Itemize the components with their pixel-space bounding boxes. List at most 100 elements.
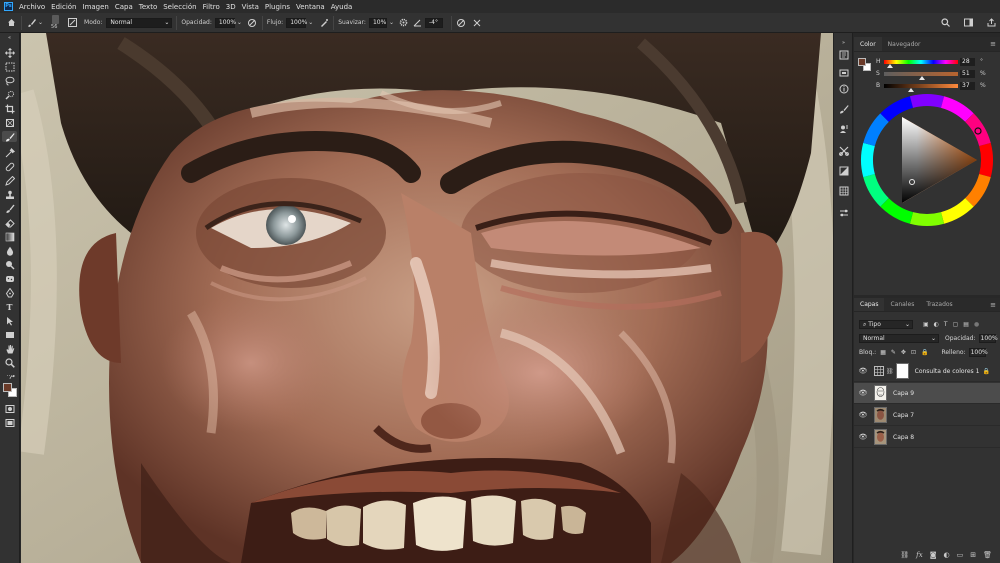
brightness-input[interactable]: 37: [960, 82, 975, 90]
chevron-down-icon[interactable]: ⌄: [308, 19, 313, 26]
tab-trazados[interactable]: Trazados: [920, 298, 958, 311]
menu-texto[interactable]: Texto: [139, 3, 157, 11]
layer-row[interactable]: 👁 Capa 7: [854, 405, 1000, 426]
lock-all-icon[interactable]: 🔒: [921, 349, 928, 356]
home-icon[interactable]: [6, 17, 17, 28]
frame-tool[interactable]: [2, 117, 17, 128]
sponge-tool[interactable]: [2, 273, 17, 284]
shape-tool[interactable]: [2, 329, 17, 340]
photoshop-logo[interactable]: Ps: [4, 2, 13, 11]
history-icon[interactable]: [837, 49, 850, 61]
color-wheel[interactable]: [860, 93, 994, 227]
eye-icon[interactable]: 👁: [857, 433, 869, 441]
panel-menu-icon[interactable]: ≡: [990, 301, 996, 309]
fx-icon[interactable]: fx: [916, 551, 923, 559]
link-icon[interactable]: ⛓: [900, 551, 909, 559]
airbrush-icon[interactable]: [318, 17, 329, 28]
folder-icon[interactable]: ▭: [957, 551, 964, 559]
brush-panel-icon[interactable]: [67, 17, 78, 28]
zoom-tool[interactable]: [2, 357, 17, 368]
share-icon[interactable]: [987, 17, 996, 29]
workspace-icon[interactable]: [964, 18, 973, 29]
layer-row[interactable]: 👁 Capa 9: [854, 383, 1000, 404]
chevron-down-icon[interactable]: ⌄: [389, 19, 394, 26]
menu-ventana[interactable]: Ventana: [296, 3, 325, 11]
angle-icon[interactable]: [412, 17, 423, 28]
flow-input[interactable]: 100%: [286, 17, 307, 28]
panel-menu-icon[interactable]: ≡: [990, 40, 996, 48]
filter-adjustment-icon[interactable]: ◐: [934, 321, 939, 328]
type-tool[interactable]: T: [2, 301, 17, 312]
blur-tool[interactable]: [2, 245, 17, 256]
lock-position-icon[interactable]: ✥: [901, 349, 906, 356]
pen-tool[interactable]: [2, 287, 17, 298]
menu-plugins[interactable]: Plugins: [265, 3, 290, 11]
brush-size-picker[interactable]: 56: [49, 14, 63, 31]
layer-mask-thumbnail[interactable]: [895, 363, 909, 379]
tab-color[interactable]: Color: [854, 37, 882, 51]
chevron-down-icon[interactable]: ⌄: [237, 19, 242, 26]
tab-navegador[interactable]: Navegador: [882, 37, 927, 51]
filter-type-icon[interactable]: T: [944, 321, 948, 328]
brushes-icon[interactable]: [837, 103, 850, 115]
fill-input[interactable]: 100%: [968, 348, 988, 357]
menu-archivo[interactable]: Archivo: [19, 3, 45, 11]
filter-smart-icon[interactable]: ▤: [963, 321, 969, 328]
collapse-icon[interactable]: «: [2, 35, 17, 41]
foreground-color-swatch[interactable]: [3, 383, 12, 392]
libraries-icon[interactable]: [837, 67, 850, 79]
menu-edicion[interactable]: Edición: [51, 3, 76, 11]
layer-comps-icon[interactable]: [837, 207, 850, 219]
tool-presets-icon[interactable]: [837, 145, 850, 157]
menu-seleccion[interactable]: Selección: [163, 3, 196, 11]
hue-input[interactable]: 28: [960, 58, 975, 66]
opacity-input[interactable]: 100%: [214, 17, 236, 28]
marquee-tool[interactable]: [2, 61, 17, 72]
foreground-color-swatch[interactable]: [858, 58, 866, 66]
search-icon[interactable]: [941, 17, 950, 29]
screen-mode-icon[interactable]: [2, 417, 17, 428]
gear-icon[interactable]: [398, 17, 409, 28]
tab-capas[interactable]: Capas: [854, 298, 885, 311]
menu-filtro[interactable]: Filtro: [203, 3, 220, 11]
pressure-size-icon[interactable]: [456, 17, 467, 28]
dodge-tool[interactable]: [2, 259, 17, 270]
mode-select[interactable]: Normal ⌄: [106, 17, 173, 28]
eye-icon[interactable]: 👁: [857, 411, 869, 419]
healing-tool[interactable]: [2, 161, 17, 172]
eye-icon[interactable]: 👁: [857, 389, 869, 397]
hue-slider[interactable]: [884, 59, 958, 68]
menu-vista[interactable]: Vista: [242, 3, 259, 11]
lock-artboard-icon[interactable]: ⊡: [911, 349, 916, 356]
chevron-down-icon[interactable]: ⌄: [38, 19, 43, 26]
quick-mask-icon[interactable]: [2, 403, 17, 414]
pressure-opacity-icon[interactable]: [247, 17, 258, 28]
gradient-tool[interactable]: [2, 231, 17, 242]
pencil-tool[interactable]: [2, 175, 17, 186]
history-brush-tool[interactable]: [2, 203, 17, 214]
saturation-slider[interactable]: [884, 71, 958, 80]
filter-toggle-icon[interactable]: ●: [974, 321, 979, 328]
saturation-input[interactable]: 51: [960, 70, 975, 78]
info-icon[interactable]: [837, 83, 850, 95]
brush-preset-icon[interactable]: [26, 17, 37, 28]
saturation-slider-handle[interactable]: [918, 75, 925, 80]
tab-canales[interactable]: Canales: [884, 298, 920, 311]
trash-icon[interactable]: 🗑: [983, 551, 992, 559]
eraser-tool[interactable]: [2, 217, 17, 228]
filter-pixel-icon[interactable]: ▣: [923, 321, 929, 328]
chain-icon[interactable]: ⛓: [886, 368, 894, 375]
brightness-slider-handle[interactable]: [908, 87, 915, 92]
clone-stamp-tool[interactable]: [2, 189, 17, 200]
adjustment-icon[interactable]: ◐: [944, 551, 950, 559]
menu-3d[interactable]: 3D: [226, 3, 236, 11]
hue-slider-handle[interactable]: [886, 63, 893, 68]
new-layer-icon[interactable]: ⊞: [970, 551, 976, 559]
collapse-icon[interactable]: »: [837, 37, 850, 49]
smoothing-input[interactable]: 10%: [368, 17, 387, 28]
document-canvas[interactable]: [21, 33, 833, 563]
swap-colors-icon[interactable]: [9, 374, 17, 380]
eye-icon[interactable]: 👁: [857, 367, 869, 375]
hand-tool[interactable]: [2, 343, 17, 354]
quick-select-tool[interactable]: [2, 89, 17, 100]
